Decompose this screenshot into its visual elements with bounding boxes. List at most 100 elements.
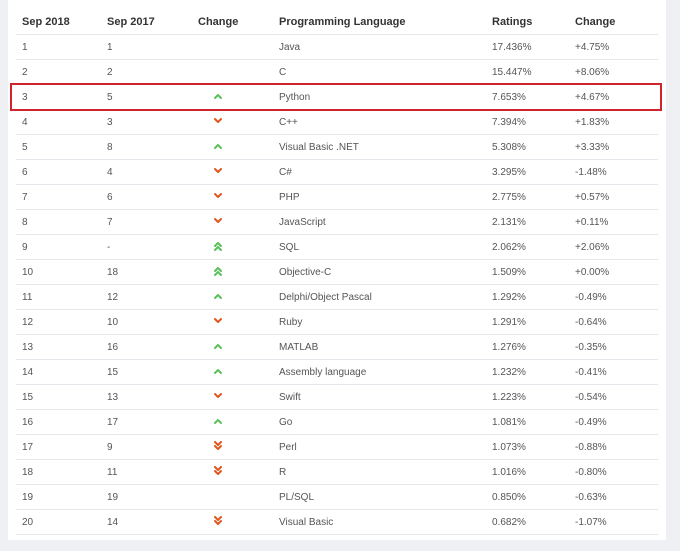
rating-cell: 1.081%: [492, 409, 575, 435]
trend-cell: [198, 459, 279, 485]
rating-change-cell: +0.00%: [575, 259, 658, 285]
language-name-cell: Visual Basic .NET: [279, 134, 492, 160]
trend-cell: [198, 159, 279, 185]
language-name-cell: R: [279, 459, 492, 485]
rating-cell: 7.394%: [492, 109, 575, 135]
rank-2017-cell: 7: [107, 209, 198, 235]
language-name-cell: Perl: [279, 434, 492, 460]
table-row: 5 8 Visual Basic .NET 5.308% +3.33%: [16, 134, 658, 160]
trend-cell: [198, 59, 279, 85]
double-arrow-down-icon: [214, 440, 222, 450]
rank-2018-cell: 4: [16, 109, 107, 135]
rank-2017-cell: 19: [107, 484, 198, 510]
arrow-down-icon: [214, 392, 222, 398]
header-change-percent: Change: [575, 9, 658, 35]
double-arrow-down-icon: [214, 465, 222, 475]
language-name-cell: Java: [279, 34, 492, 60]
table-row: 3 5 Python 7.653% +4.67%: [16, 84, 658, 110]
rating-change-cell: -1.07%: [575, 509, 658, 535]
rank-2018-cell: 13: [16, 334, 107, 360]
trend-cell: [198, 209, 279, 235]
table-row: 11 12 Delphi/Object Pascal 1.292% -0.49%: [16, 284, 658, 310]
table-row: 18 11 R 1.016% -0.80%: [16, 459, 658, 485]
language-name-cell: JavaScript: [279, 209, 492, 235]
rating-cell: 0.850%: [492, 484, 575, 510]
rank-2018-cell: 9: [16, 234, 107, 260]
table-row: 1 1 Java 17.436% +4.75%: [16, 34, 658, 60]
rank-2018-cell: 7: [16, 184, 107, 210]
rating-cell: 17.436%: [492, 34, 575, 60]
rating-change-cell: -0.54%: [575, 384, 658, 410]
rank-2018-cell: 18: [16, 459, 107, 485]
table-row: 14 15 Assembly language 1.232% -0.41%: [16, 359, 658, 385]
rating-change-cell: +0.11%: [575, 209, 658, 235]
trend-cell: [198, 84, 279, 110]
trend-cell: [198, 284, 279, 310]
language-name-cell: Python: [279, 84, 492, 110]
double-arrow-up-icon: [214, 266, 222, 276]
rating-cell: 0.682%: [492, 509, 575, 535]
rank-2018-cell: 20: [16, 509, 107, 535]
rating-change-cell: +4.67%: [575, 84, 658, 110]
trend-cell: [198, 509, 279, 535]
rating-cell: 5.308%: [492, 134, 575, 160]
rank-2017-cell: 11: [107, 459, 198, 485]
rating-change-cell: -0.41%: [575, 359, 658, 385]
rating-cell: 2.131%: [492, 209, 575, 235]
rank-2017-cell: -: [107, 234, 198, 260]
rating-cell: 1.276%: [492, 334, 575, 360]
table-row: 9- SQL 2.062% +2.06%: [16, 234, 658, 260]
rating-change-cell: +3.33%: [575, 134, 658, 160]
rating-cell: 7.653%: [492, 84, 575, 110]
rank-2017-cell: 17: [107, 409, 198, 435]
rank-2018-cell: 6: [16, 159, 107, 185]
table-row: 19 19 PL/SQL 0.850% -0.63%: [16, 484, 658, 510]
trend-cell: [198, 34, 279, 60]
rating-cell: 2.062%: [492, 234, 575, 260]
rating-change-cell: -0.88%: [575, 434, 658, 460]
trend-cell: [198, 184, 279, 210]
trend-cell: [198, 334, 279, 360]
arrow-up-icon: [214, 343, 222, 349]
trend-cell: [198, 259, 279, 285]
language-name-cell: Ruby: [279, 309, 492, 335]
arrow-down-icon: [214, 117, 222, 123]
arrow-down-icon: [214, 192, 222, 198]
table-row: 13 16 MATLAB 1.276% -0.35%: [16, 334, 658, 360]
trend-cell: [198, 309, 279, 335]
table-row: 12 10 Ruby 1.291% -0.64%: [16, 309, 658, 335]
language-name-cell: C#: [279, 159, 492, 185]
rank-2017-cell: 15: [107, 359, 198, 385]
header-sep-2018: Sep 2018: [16, 9, 107, 35]
rating-change-cell: -0.49%: [575, 284, 658, 310]
rank-2017-cell: 1: [107, 34, 198, 60]
table-row: 8 7 JavaScript 2.131% +0.11%: [16, 209, 658, 235]
rating-cell: 1.016%: [492, 459, 575, 485]
table-row: 6 4 C# 3.295% -1.48%: [16, 159, 658, 185]
rank-2018-cell: 15: [16, 384, 107, 410]
rank-2018-cell: 1: [16, 34, 107, 60]
table-row: 7 6 PHP 2.775% +0.57%: [16, 184, 658, 210]
rating-change-cell: -0.80%: [575, 459, 658, 485]
header-change-arrow: Change: [198, 9, 279, 35]
double-arrow-up-icon: [214, 241, 222, 251]
arrow-down-icon: [214, 167, 222, 173]
rank-2017-cell: 3: [107, 109, 198, 135]
rating-change-cell: -0.49%: [575, 409, 658, 435]
rank-2017-cell: 4: [107, 159, 198, 185]
table-row: 17 9 Perl 1.073% -0.88%: [16, 434, 658, 460]
rank-2017-cell: 8: [107, 134, 198, 160]
header-programming-language: Programming Language: [279, 9, 492, 35]
arrow-up-icon: [214, 93, 222, 99]
rank-2017-cell: 10: [107, 309, 198, 335]
trend-cell: [198, 384, 279, 410]
language-name-cell: C++: [279, 109, 492, 135]
rank-2017-cell: 12: [107, 284, 198, 310]
ranking-panel: Sep 2018 Sep 2017 Change Programming Lan…: [8, 0, 666, 540]
rank-2017-cell: 13: [107, 384, 198, 410]
rating-change-cell: -1.48%: [575, 159, 658, 185]
rating-cell: 15.447%: [492, 59, 575, 85]
rating-change-cell: -0.35%: [575, 334, 658, 360]
rating-cell: 3.295%: [492, 159, 575, 185]
language-name-cell: Objective-C: [279, 259, 492, 285]
